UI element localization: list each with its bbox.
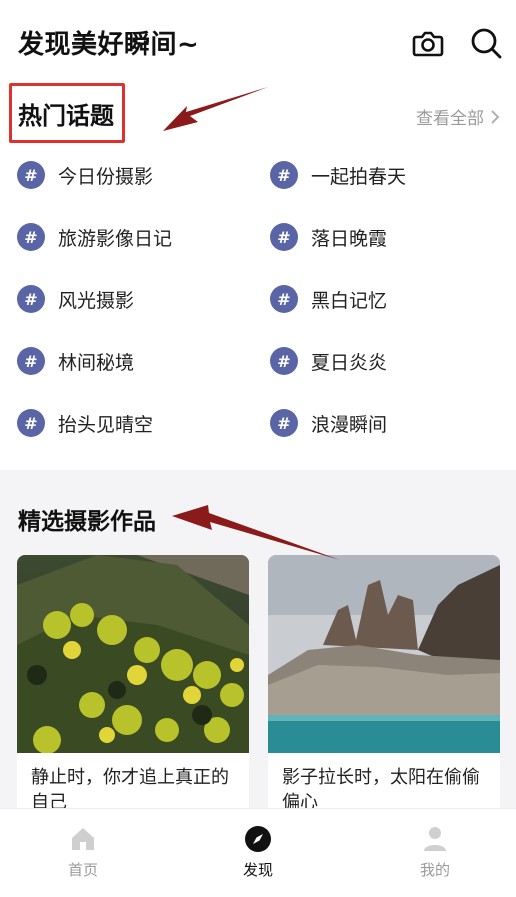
topic-label: 今日份摄影 [58,165,154,188]
topic-item[interactable]: # 今日份摄影 [17,158,153,192]
tab-discover[interactable]: 发现 [218,825,298,880]
user-icon [424,827,446,851]
tab-label: 我的 [419,861,450,879]
bottom-tab-bar: 首页 发现 我的 [0,808,516,897]
hashtag-icon: # [17,161,45,189]
hashtag-icon: # [270,161,298,189]
header: 发现美好瞬间~ [0,0,516,84]
home-icon [72,828,94,850]
search-icon[interactable] [469,26,503,60]
hashtag-icon: # [17,223,45,251]
topic-label: 一起拍春天 [311,165,407,188]
card-caption: 静止时，你才追上真正的自己 [31,767,229,813]
view-all-label: 查看全部 [416,109,484,129]
topic-item[interactable]: # 旅游影像日记 [17,220,172,254]
topic-label: 风光摄影 [58,289,135,312]
tab-home[interactable]: 首页 [43,825,123,880]
hashtag-icon: # [270,223,298,251]
hashtag-icon: # [17,347,45,375]
topic-label: 夏日炎炎 [311,351,388,374]
tab-label: 首页 [67,861,98,879]
hashtag-icon: # [17,409,45,437]
topic-label: 黑白记忆 [311,289,388,312]
topic-item[interactable]: # 一起拍春天 [270,158,406,192]
hashtag-icon: # [17,285,45,313]
section-divider [0,470,516,484]
page-title: 发现美好瞬间~ [18,30,200,60]
topic-label: 林间秘境 [58,351,135,374]
topic-item[interactable]: # 黑白记忆 [270,282,387,316]
topic-label: 落日晚霞 [311,227,388,250]
topic-item[interactable]: # 夏日炎炎 [270,344,387,378]
topic-item[interactable]: # 落日晚霞 [270,220,387,254]
tab-profile[interactable]: 我的 [395,825,475,880]
compass-icon [245,826,271,852]
topic-item[interactable]: # 浪漫瞬间 [270,406,387,440]
photo-card[interactable]: 静止时，你才追上真正的自己 [17,555,249,815]
topic-item[interactable]: # 林间秘境 [17,344,134,378]
topic-item[interactable]: # 风光摄影 [17,282,134,316]
chevron-right-icon [491,109,500,124]
hashtag-icon: # [270,409,298,437]
view-all-link[interactable]: 查看全部 [416,104,500,129]
topic-label: 旅游影像日记 [58,227,173,250]
section-title-hot-topics: 热门话题 [18,102,114,130]
topic-label: 浪漫瞬间 [311,413,388,436]
hashtag-icon: # [270,285,298,313]
section-title-featured: 精选摄影作品 [18,509,156,535]
topic-label: 抬头见晴空 [58,413,154,436]
mountain-lake-photo [268,555,500,753]
card-caption: 影子拉长时，太阳在偷偷偏心 [282,767,480,813]
tab-label: 发现 [242,861,273,879]
photo-card[interactable]: 影子拉长时，太阳在偷偷偏心 [268,555,500,815]
forest-photo [17,555,249,753]
camera-icon[interactable] [411,26,445,60]
topic-item[interactable]: # 抬头见晴空 [17,406,153,440]
hashtag-icon: # [270,347,298,375]
annotation-arrow [163,87,268,131]
